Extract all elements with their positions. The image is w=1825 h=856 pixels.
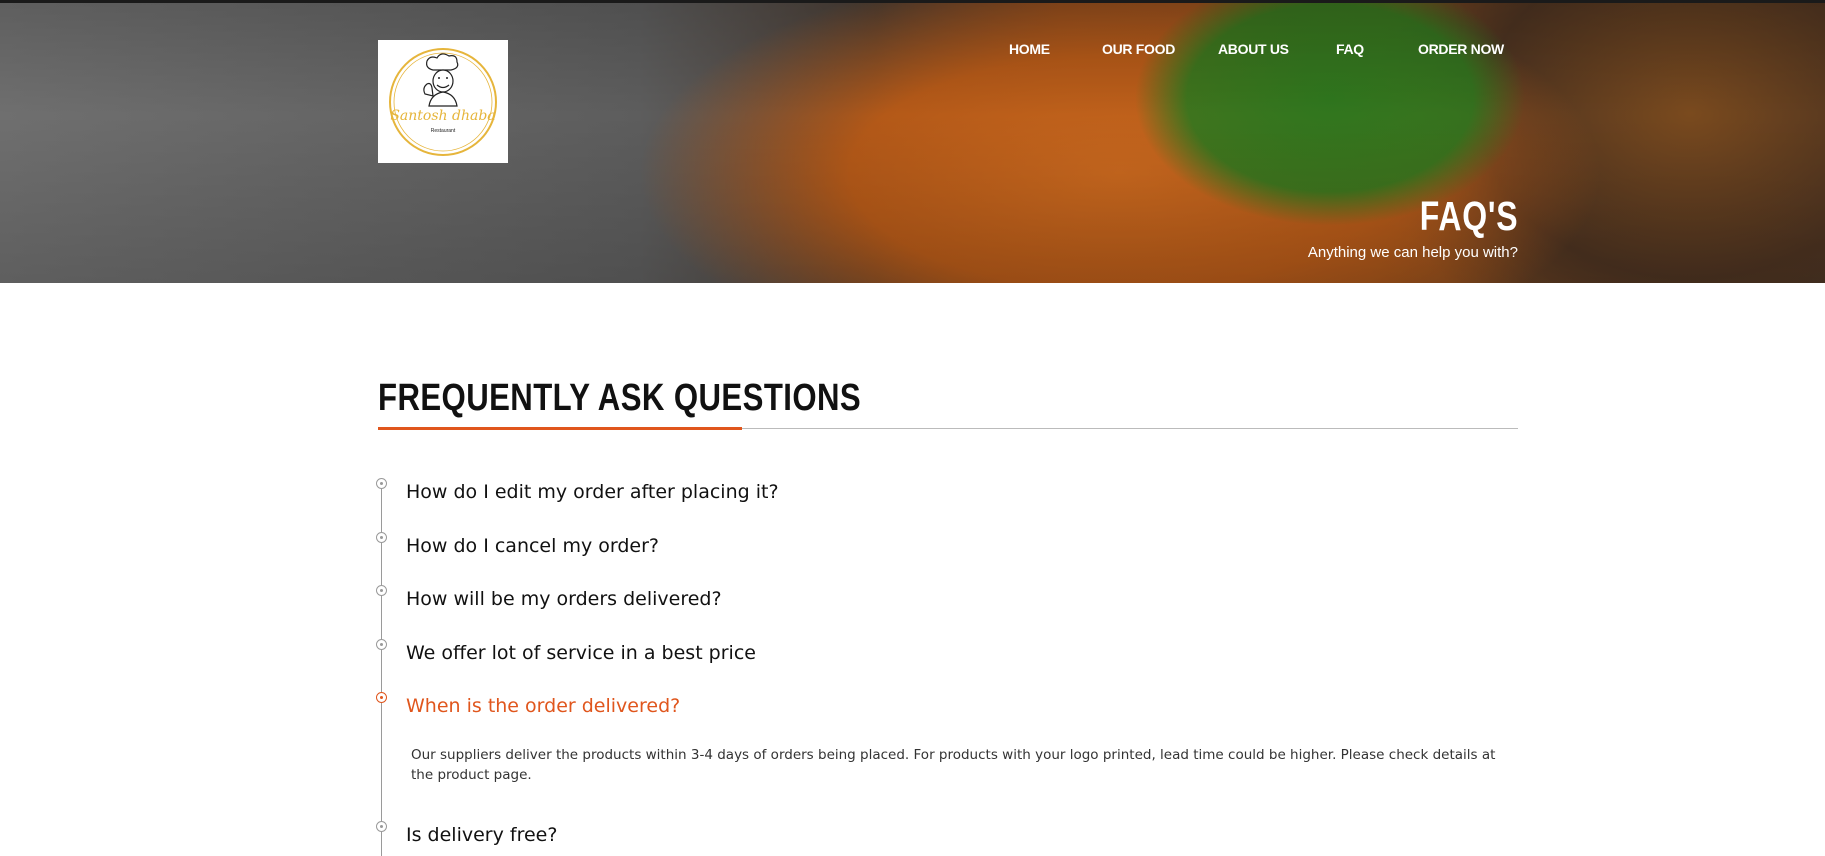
svg-text:Santosh dhaba: Santosh dhaba — [390, 108, 495, 124]
divider-accent — [378, 427, 742, 430]
faq-question[interactable]: How do I cancel my order? — [406, 535, 659, 557]
bullet-icon — [376, 639, 387, 650]
nav-order-now[interactable]: ORDER NOW — [1418, 41, 1504, 57]
faq-question[interactable]: We offer lot of service in a best price — [406, 642, 756, 664]
bullet-icon — [376, 532, 387, 543]
bullet-icon — [376, 821, 387, 832]
bullet-icon — [376, 585, 387, 596]
section-title: FREQUENTLY ASK QUESTIONS — [378, 377, 862, 419]
bullet-icon — [376, 692, 387, 703]
faq-question[interactable]: How will be my orders delivered? — [406, 588, 722, 610]
page-subtitle: Anything we can help you with? — [1307, 244, 1518, 261]
nav-our-food[interactable]: OUR FOOD — [1102, 41, 1175, 57]
faq-question[interactable]: When is the order delivered? — [406, 695, 680, 717]
nav-home[interactable]: HOME — [1009, 41, 1050, 57]
logo[interactable]: Santosh dhaba Restaurant — [378, 40, 508, 163]
nav-about-us[interactable]: ABOUT US — [1218, 41, 1289, 57]
faq-question[interactable]: Is delivery free? — [406, 824, 557, 846]
faq-question[interactable]: How do I edit my order after placing it? — [406, 481, 779, 503]
nav-faq[interactable]: FAQ — [1336, 41, 1364, 57]
bullet-icon — [376, 478, 387, 489]
svg-text:Restaurant: Restaurant — [431, 128, 456, 134]
faq-answer: Our suppliers deliver the products withi… — [411, 747, 1496, 783]
page-title: FAQ'S — [1419, 193, 1518, 239]
hero-banner: Santosh dhaba Restaurant HOME OUR FOOD A… — [0, 0, 1825, 283]
chef-icon: Santosh dhaba Restaurant — [389, 47, 497, 156]
